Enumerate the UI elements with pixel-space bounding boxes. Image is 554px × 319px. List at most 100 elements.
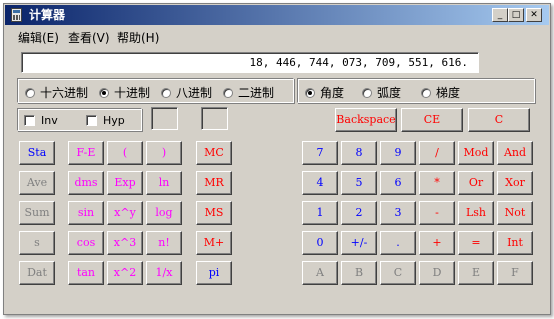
hex-b-button[interactable]: B	[341, 261, 377, 285]
xor-button[interactable]: Xor	[497, 171, 533, 195]
calculator-window: 计算器 _ □ ✕ 编辑(E) 查看(V) 帮助(H) 18, 446, 744…	[3, 3, 551, 315]
dms-button[interactable]: dms	[68, 171, 104, 195]
radio-circle	[362, 87, 372, 98]
subtract-button[interactable]: -	[419, 201, 455, 225]
add-button[interactable]: +	[419, 231, 455, 255]
or-button[interactable]: Or	[458, 171, 494, 195]
digit-4-button[interactable]: 4	[302, 171, 338, 195]
cos-button[interactable]: cos	[68, 231, 104, 255]
digit-6-button[interactable]: 6	[380, 171, 416, 195]
memory-indicator	[151, 107, 178, 130]
radio-label: 梯度	[436, 86, 461, 100]
radio-dec[interactable]: 十进制	[99, 84, 150, 101]
result-display: 18, 446, 744, 073, 709, 551, 616.	[21, 52, 479, 73]
memory-recall-button[interactable]: MR	[196, 171, 232, 195]
multiply-button[interactable]: *	[419, 171, 455, 195]
exp-button[interactable]: Exp	[107, 171, 143, 195]
hex-d-button[interactable]: D	[419, 261, 455, 285]
window-title: 计算器	[29, 8, 66, 22]
radio-radians[interactable]: 弧度	[362, 84, 401, 101]
x-cubed-button[interactable]: x^3	[107, 231, 143, 255]
data-button[interactable]: Dat	[19, 261, 55, 285]
inv-hyp-group: Inv Hyp	[17, 108, 142, 131]
not-button[interactable]: Not	[497, 201, 533, 225]
and-button[interactable]: And	[497, 141, 533, 165]
menu-view[interactable]: 查看(V)	[68, 29, 110, 46]
hyp-checkbox[interactable]: Hyp	[86, 114, 125, 127]
radio-bin[interactable]: 二进制	[223, 84, 274, 101]
hex-a-button[interactable]: A	[302, 261, 338, 285]
negate-button[interactable]: +/-	[341, 231, 377, 255]
open-paren-button[interactable]: (	[107, 141, 143, 165]
ln-button[interactable]: ln	[146, 171, 182, 195]
menu-edit[interactable]: 编辑(E)	[18, 29, 59, 46]
lsh-button[interactable]: Lsh	[458, 201, 494, 225]
decimal-button[interactable]: .	[380, 231, 416, 255]
digit-2-button[interactable]: 2	[341, 201, 377, 225]
radio-degrees[interactable]: 角度	[305, 84, 344, 101]
average-button[interactable]: Ave	[19, 171, 55, 195]
digit-9-button[interactable]: 9	[380, 141, 416, 165]
radio-hex[interactable]: 十六进制	[25, 84, 88, 101]
radio-oct[interactable]: 八进制	[161, 84, 212, 101]
stat-button[interactable]: Sta	[19, 141, 55, 165]
angle-unit-group: 角度 弧度 梯度	[297, 78, 535, 103]
number-base-group: 十六进制 十进制 八进制 二进制	[17, 78, 294, 103]
digit-3-button[interactable]: 3	[380, 201, 416, 225]
memory-store-button[interactable]: MS	[196, 201, 232, 225]
hyp-label: Hyp	[103, 114, 125, 127]
radio-label: 八进制	[176, 86, 213, 100]
title-bar[interactable]: 计算器 _ □ ✕	[5, 5, 549, 25]
hex-e-button[interactable]: E	[458, 261, 494, 285]
radio-circle-selected	[305, 87, 315, 98]
radio-label: 十六进制	[40, 86, 89, 100]
radio-label: 二进制	[238, 86, 275, 100]
clear-entry-button[interactable]: CE	[401, 108, 463, 132]
radio-circle	[223, 87, 233, 98]
std-dev-button[interactable]: s	[19, 231, 55, 255]
divide-button[interactable]: /	[419, 141, 455, 165]
memory-clear-button[interactable]: MC	[196, 141, 232, 165]
radio-circle	[421, 87, 431, 98]
menu-bar: 编辑(E) 查看(V) 帮助(H)	[5, 27, 549, 45]
minimize-button[interactable]: _	[492, 8, 508, 22]
digit-8-button[interactable]: 8	[341, 141, 377, 165]
digit-7-button[interactable]: 7	[302, 141, 338, 165]
radio-label: 十进制	[114, 86, 151, 100]
pi-button[interactable]: pi	[196, 261, 232, 285]
factorial-button[interactable]: n!	[146, 231, 182, 255]
equals-button[interactable]: =	[458, 231, 494, 255]
log-button[interactable]: log	[146, 201, 182, 225]
radio-circle	[25, 87, 35, 98]
tan-button[interactable]: tan	[68, 261, 104, 285]
hex-f-button[interactable]: F	[497, 261, 533, 285]
digit-0-button[interactable]: 0	[302, 231, 338, 255]
menu-help[interactable]: 帮助(H)	[117, 29, 159, 46]
radio-grads[interactable]: 梯度	[421, 84, 460, 101]
radio-circle-selected	[99, 87, 109, 98]
inv-label: Inv	[41, 114, 58, 127]
digit-1-button[interactable]: 1	[302, 201, 338, 225]
sin-button[interactable]: sin	[68, 201, 104, 225]
digit-5-button[interactable]: 5	[341, 171, 377, 195]
sum-button[interactable]: Sum	[19, 201, 55, 225]
memory-add-button[interactable]: M+	[196, 231, 232, 255]
close-button[interactable]: ✕	[526, 8, 542, 22]
backspace-button[interactable]: Backspace	[335, 108, 397, 132]
int-button[interactable]: Int	[497, 231, 533, 255]
hex-c-button[interactable]: C	[380, 261, 416, 285]
fe-button[interactable]: F-E	[68, 141, 104, 165]
clear-button[interactable]: C	[468, 108, 530, 132]
x-squared-button[interactable]: x^2	[107, 261, 143, 285]
radio-circle	[161, 87, 171, 98]
mod-button[interactable]: Mod	[458, 141, 494, 165]
reciprocal-button[interactable]: 1/x	[146, 261, 182, 285]
radio-label: 弧度	[377, 86, 402, 100]
radio-label: 角度	[320, 86, 345, 100]
checkbox-box	[86, 115, 97, 126]
maximize-button[interactable]: □	[508, 8, 524, 22]
close-paren-button[interactable]: )	[146, 141, 182, 165]
x-pow-y-button[interactable]: x^y	[107, 201, 143, 225]
parenthesis-indicator	[201, 107, 228, 130]
inv-checkbox[interactable]: Inv	[24, 114, 58, 127]
